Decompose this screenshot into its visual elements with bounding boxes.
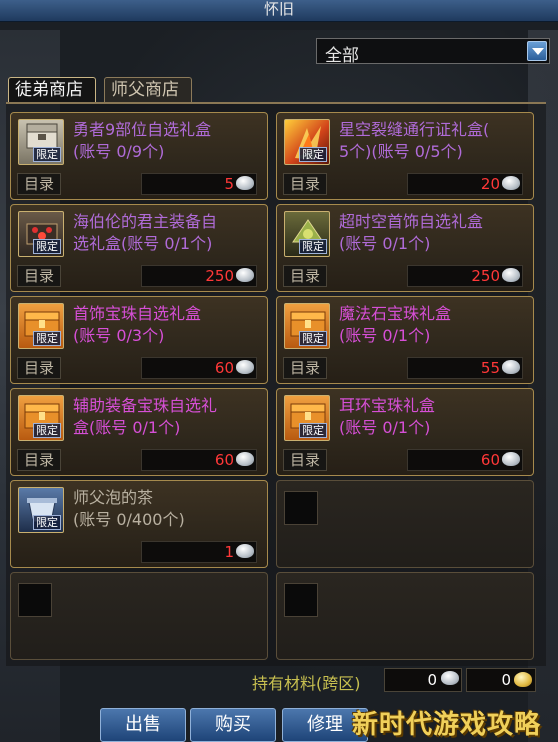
watermark-text: 新时代游戏攻略	[352, 710, 542, 740]
limited-badge: 限定	[33, 147, 61, 162]
silver-coin-icon	[236, 268, 254, 282]
item-price: 60	[214, 451, 234, 469]
price-box: 20	[407, 173, 523, 195]
sell-button[interactable]: 出售	[100, 708, 186, 742]
silver-coin-icon	[236, 544, 254, 558]
gold-material-box: 0	[466, 668, 536, 692]
window-title-bar[interactable]: 怀旧	[0, 0, 558, 22]
limited-badge: 限定	[33, 515, 61, 530]
shop-item-card[interactable]: 限定 魔法石宝珠礼盒 (账号 0/1个) 目录 55	[276, 296, 534, 384]
silver-coin-icon	[236, 452, 254, 466]
tab-apprentice-shop[interactable]: 徒弟商店	[8, 77, 96, 103]
empty-slot	[10, 572, 268, 660]
silver-coin-icon	[502, 176, 520, 190]
empty-slot	[276, 572, 534, 660]
silver-coin-icon	[502, 268, 520, 282]
silver-material-box: 0	[384, 668, 462, 692]
item-name: 勇者9部位自选礼盒 (账号 0/9个)	[73, 120, 212, 161]
catalog-button[interactable]: 目录	[283, 265, 327, 287]
item-name: 辅助装备宝珠自选礼 盒(账号 0/1个)	[73, 396, 218, 437]
catalog-button[interactable]: 目录	[17, 357, 61, 379]
catalog-button[interactable]: 目录	[17, 173, 61, 195]
stone-chest-icon: 限定	[18, 119, 64, 165]
limited-badge: 限定	[299, 147, 327, 162]
silver-coin-icon	[236, 360, 254, 374]
gold-chest-icon: 限定	[284, 303, 330, 349]
price-box: 60	[141, 449, 257, 471]
catalog-button[interactable]: 目录	[17, 265, 61, 287]
red-gem-chest-icon: 限定	[18, 211, 64, 257]
item-name: 超时空首饰自选礼盒 (账号 0/1个)	[339, 212, 484, 253]
limited-badge: 限定	[33, 423, 61, 438]
item-name: 首饰宝珠自选礼盒 (账号 0/3个)	[73, 304, 202, 345]
price-box: 60	[407, 449, 523, 471]
materials-label: 持有材料(跨区)	[252, 674, 361, 693]
item-name: 师父泡的茶 (账号 0/400个)	[73, 488, 185, 529]
gold-chest-icon: 限定	[18, 303, 64, 349]
item-price: 250	[205, 267, 234, 285]
shop-item-card[interactable]: 限定 首饰宝珠自选礼盒 (账号 0/3个) 目录 60	[10, 296, 268, 384]
limited-badge: 限定	[33, 331, 61, 346]
filter-selected-value: 全部	[325, 46, 359, 66]
item-price: 5	[224, 175, 234, 193]
shop-item-card[interactable]: 限定 勇者9部位自选礼盒 (账号 0/9个) 目录 5	[10, 112, 268, 200]
gold-chest-icon: 限定	[284, 395, 330, 441]
item-name: 海伯伦的君主装备自 选礼盒(账号 0/1个)	[73, 212, 218, 253]
item-name: 星空裂缝通行证礼盒( 5个)(账号 0/5个)	[339, 120, 490, 161]
item-name: 耳环宝珠礼盒 (账号 0/1个)	[339, 396, 436, 437]
shop-item-card[interactable]: 限定 辅助装备宝珠自选礼 盒(账号 0/1个) 目录 60	[10, 388, 268, 476]
limited-badge: 限定	[33, 239, 61, 254]
silver-coin-icon	[502, 360, 520, 374]
gold-material-value: 0	[501, 671, 511, 689]
price-box: 5	[141, 173, 257, 195]
item-price: 20	[480, 175, 500, 193]
item-price: 1	[224, 543, 234, 561]
price-box: 1	[141, 541, 257, 563]
catalog-button[interactable]: 目录	[283, 449, 327, 471]
price-box: 250	[407, 265, 523, 287]
filter-dropdown[interactable]: 全部	[316, 38, 550, 66]
empty-icon-slot	[284, 491, 318, 525]
window-title: 怀旧	[263, 0, 294, 18]
price-box: 55	[407, 357, 523, 379]
shop-item-card[interactable]: 限定 耳环宝珠礼盒 (账号 0/1个) 目录 60	[276, 388, 534, 476]
shop-item-card[interactable]: 限定 海伯伦的君主装备自 选礼盒(账号 0/1个) 目录 250	[10, 204, 268, 292]
catalog-button[interactable]: 目录	[17, 449, 61, 471]
item-price: 60	[480, 451, 500, 469]
green-ornament-chest-icon: 限定	[284, 211, 330, 257]
limited-badge: 限定	[299, 423, 327, 438]
empty-icon-slot	[284, 583, 318, 617]
tea-cup-icon: 限定	[18, 487, 64, 533]
limited-badge: 限定	[299, 239, 327, 254]
item-price: 55	[480, 359, 500, 377]
shop-item-card[interactable]: 限定 师父泡的茶 (账号 0/400个) 1	[10, 480, 268, 568]
catalog-button[interactable]: 目录	[283, 173, 327, 195]
catalog-button[interactable]: 目录	[283, 357, 327, 379]
fire-claw-icon: 限定	[284, 119, 330, 165]
silver-coin-icon	[502, 452, 520, 466]
empty-slot	[276, 480, 534, 568]
buy-button[interactable]: 购买	[190, 708, 276, 742]
silver-coin-icon	[441, 671, 459, 685]
price-box: 60	[141, 357, 257, 379]
shop-item-card[interactable]: 限定 超时空首饰自选礼盒 (账号 0/1个) 目录 250	[276, 204, 534, 292]
item-price: 250	[471, 267, 500, 285]
price-box: 250	[141, 265, 257, 287]
shop-item-card[interactable]: 限定 星空裂缝通行证礼盒( 5个)(账号 0/5个) 目录 20	[276, 112, 534, 200]
silver-coin-icon	[236, 176, 254, 190]
chevron-down-icon[interactable]	[527, 41, 547, 61]
gold-chest-icon: 限定	[18, 395, 64, 441]
empty-icon-slot	[18, 583, 52, 617]
item-name: 魔法石宝珠礼盒 (账号 0/1个)	[339, 304, 452, 345]
limited-badge: 限定	[299, 331, 327, 346]
gold-coin-icon	[514, 672, 532, 687]
item-price: 60	[214, 359, 234, 377]
tab-master-shop[interactable]: 师父商店	[104, 77, 192, 103]
silver-material-value: 0	[427, 671, 437, 689]
